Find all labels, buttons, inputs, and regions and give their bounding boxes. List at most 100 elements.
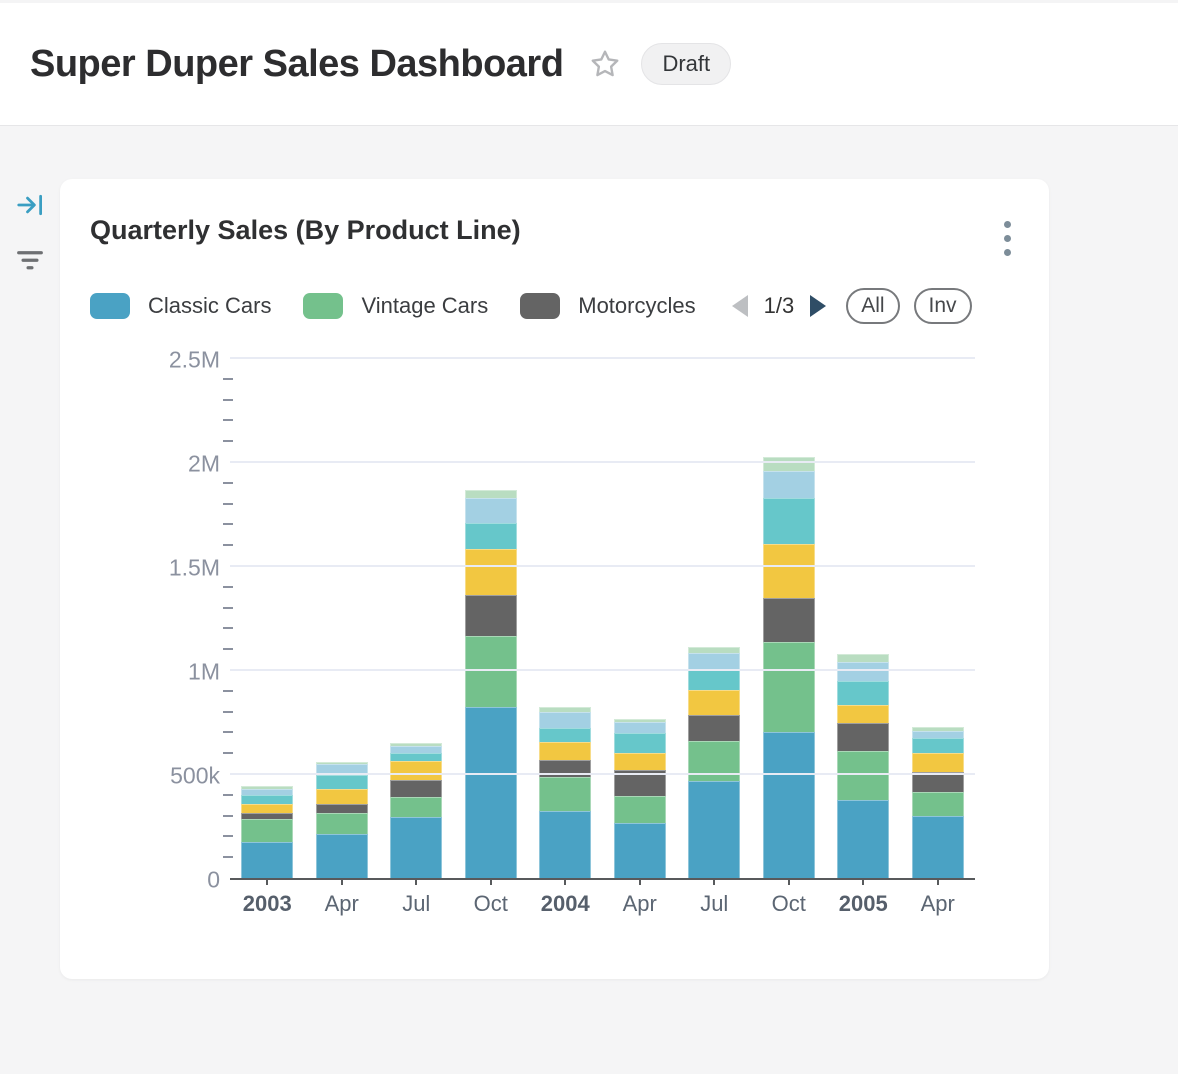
bar-segment-series5[interactable] [241, 795, 293, 804]
bar-segment-series4[interactable] [241, 804, 293, 813]
bar-segment-series2[interactable] [390, 797, 442, 818]
bar-segment-series5[interactable] [614, 733, 666, 754]
bar-segment-series5[interactable] [316, 775, 368, 789]
bar-segment-series4[interactable] [837, 705, 889, 723]
bar-segment-series3[interactable] [837, 723, 889, 751]
legend-item-classic-cars[interactable]: Classic Cars [90, 293, 271, 319]
bar-segment-series6[interactable] [912, 731, 964, 738]
legend-item-motorcycles[interactable]: Motorcycles [520, 293, 695, 319]
bar-segment-series3[interactable] [688, 715, 740, 742]
bar-segment-series6[interactable] [539, 712, 591, 728]
bar-segment-series6[interactable] [241, 789, 293, 796]
bar-segment-series1[interactable] [837, 800, 889, 878]
bar-segment-series1[interactable] [763, 732, 815, 878]
bar-segment-series4[interactable] [614, 753, 666, 770]
bar-segment-series1[interactable] [539, 811, 591, 878]
legend-all-button[interactable]: All [846, 288, 899, 324]
bar-segment-series1[interactable] [465, 707, 517, 878]
stacked-bar-oct-7[interactable] [763, 457, 815, 878]
stacked-bar-apr-1[interactable] [316, 762, 368, 878]
bar-segment-series6[interactable] [390, 746, 442, 754]
y-minor-tick [223, 815, 233, 817]
stacked-bar-2004-4[interactable] [539, 707, 591, 878]
bar-segment-series5[interactable] [539, 728, 591, 742]
bar-slot [379, 360, 454, 878]
bar-segment-series7[interactable] [763, 457, 815, 471]
bar-segment-series4[interactable] [912, 753, 964, 773]
legend-pager: 1/3 [732, 293, 827, 319]
y-tick-label: 1.5M [169, 555, 220, 582]
bar-segment-series6[interactable] [614, 722, 666, 732]
bar-segment-series5[interactable] [465, 523, 517, 549]
bar-segment-series3[interactable] [316, 804, 368, 812]
y-tick-label: 2.5M [169, 347, 220, 374]
bar-slot [677, 360, 752, 878]
bar-segment-series3[interactable] [912, 772, 964, 792]
y-tick-label: 2M [188, 451, 220, 478]
stacked-bar-jul-2[interactable] [390, 743, 442, 878]
bar-segment-series1[interactable] [390, 817, 442, 878]
bar-segment-series3[interactable] [465, 595, 517, 637]
legend-next-icon[interactable] [810, 295, 826, 317]
bar-segment-series5[interactable] [688, 669, 740, 690]
x-tick-label: Apr [901, 891, 976, 917]
bar-segment-series6[interactable] [465, 498, 517, 523]
stacked-bar-2003-0[interactable] [241, 786, 293, 878]
y-minor-tick [223, 794, 233, 796]
bar-segment-series5[interactable] [390, 753, 442, 760]
x-axis-labels: 2003AprJulOct2004AprJulOct2005Apr [230, 880, 975, 917]
bar-segment-series2[interactable] [316, 813, 368, 834]
bar-segment-series7[interactable] [465, 490, 517, 498]
bar-segment-series1[interactable] [688, 781, 740, 878]
bar-segment-series4[interactable] [390, 761, 442, 780]
bar-segment-series2[interactable] [241, 819, 293, 841]
favorite-star-icon[interactable] [589, 48, 621, 80]
legend-item-vintage-cars[interactable]: Vintage Cars [303, 293, 488, 319]
bar-segment-series1[interactable] [912, 816, 964, 878]
bar-segment-series6[interactable] [837, 662, 889, 681]
x-axis-tick [490, 878, 492, 885]
legend-invert-button[interactable]: Inv [914, 288, 972, 324]
bar-segment-series4[interactable] [539, 742, 591, 760]
filter-icon[interactable] [13, 242, 47, 276]
bar-segment-series4[interactable] [688, 690, 740, 714]
bar-segment-series2[interactable] [614, 796, 666, 823]
bar-slot [752, 360, 827, 878]
bar-segment-series2[interactable] [539, 777, 591, 811]
bar-segment-series1[interactable] [614, 823, 666, 878]
bar-segment-series2[interactable] [465, 636, 517, 707]
bar-segment-series2[interactable] [837, 751, 889, 799]
bar-segment-series5[interactable] [837, 681, 889, 705]
y-minor-tick [223, 690, 233, 692]
kebab-menu-icon[interactable] [996, 217, 1019, 260]
bar-segment-series4[interactable] [316, 789, 368, 804]
bar-segment-series1[interactable] [241, 842, 293, 878]
bar-segment-series7[interactable] [837, 654, 889, 661]
legend-prev-icon[interactable] [732, 295, 748, 317]
bar-segment-series3[interactable] [390, 780, 442, 797]
bar-segment-series5[interactable] [912, 738, 964, 753]
bar-slot [901, 360, 976, 878]
bar-segment-series2[interactable] [912, 792, 964, 816]
y-minor-tick [223, 378, 233, 380]
bar-segment-series4[interactable] [465, 549, 517, 595]
legend-label: Classic Cars [148, 293, 271, 319]
stacked-bar-jul-6[interactable] [688, 647, 740, 878]
bar-segment-series3[interactable] [763, 598, 815, 642]
stacked-bar-2005-8[interactable] [837, 654, 889, 878]
y-minor-tick [223, 503, 233, 505]
stacked-bar-oct-3[interactable] [465, 490, 517, 878]
x-axis-tick [862, 878, 864, 885]
bar-segment-series1[interactable] [316, 834, 368, 878]
bar-segment-series6[interactable] [688, 653, 740, 669]
stacked-bar-apr-9[interactable] [912, 727, 964, 878]
plot-area [230, 360, 975, 880]
bar-segment-series4[interactable] [763, 544, 815, 599]
y-axis: 0500k1M1.5M2M2.5M [90, 360, 230, 880]
bar-segment-series2[interactable] [763, 642, 815, 732]
bar-segment-series5[interactable] [763, 498, 815, 544]
expand-panel-icon[interactable] [13, 188, 47, 222]
bar-segment-series6[interactable] [763, 471, 815, 498]
stacked-bar-apr-5[interactable] [614, 719, 666, 878]
y-minor-tick [223, 731, 233, 733]
